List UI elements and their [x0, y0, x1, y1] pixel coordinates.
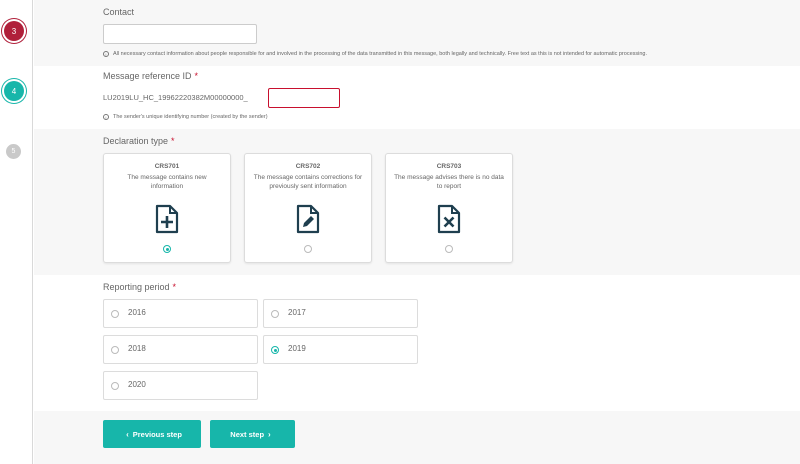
card-description: The message contains corrections for pre…	[253, 174, 363, 190]
message-reference-input[interactable]	[268, 88, 340, 108]
year-option-2019[interactable]: 2019	[263, 335, 418, 364]
stepper-rail	[0, 0, 33, 464]
previous-step-button[interactable]: ‹ Previous step	[103, 420, 201, 448]
message-reference-hint-text: The sender's unique identifying number (…	[113, 114, 268, 120]
step-3-indicator[interactable]: 3	[4, 21, 24, 41]
contact-hint-text: All necessary contact information about …	[113, 51, 648, 57]
message-reference-label-text: Message reference ID	[103, 71, 192, 81]
contact-label: Contact	[103, 7, 135, 17]
card-description: The message contains new information	[127, 174, 207, 190]
step-4-indicator[interactable]: 4	[4, 81, 24, 101]
contact-hint: i All necessary contact information abou…	[103, 51, 647, 57]
year-option-2017[interactable]: 2017	[263, 299, 418, 328]
reporting-period-label-text: Reporting period	[103, 282, 170, 292]
next-step-label: Next step	[230, 429, 265, 439]
card-code: CRS703	[436, 163, 462, 170]
year-option-2018[interactable]: 2018	[103, 335, 258, 364]
message-reference-label: Message reference ID *	[103, 71, 198, 81]
year-label: 2020	[128, 380, 146, 389]
info-icon: i	[103, 51, 109, 57]
year-radio[interactable]	[271, 310, 279, 318]
reporting-period-label: Reporting period *	[103, 282, 176, 292]
card-code: CRS702	[295, 163, 321, 170]
file-plus-icon	[155, 204, 179, 234]
contact-section: Contact i All necessary contact informat…	[34, 0, 800, 66]
year-radio[interactable]	[111, 310, 119, 318]
next-step-button[interactable]: Next step ›	[210, 420, 295, 448]
year-radio[interactable]	[111, 346, 119, 354]
required-mark: *	[172, 282, 177, 292]
chevron-right-icon: ›	[268, 429, 271, 439]
declaration-type-label-text: Declaration type	[103, 136, 169, 146]
year-option-2020[interactable]: 2020	[103, 371, 258, 400]
contact-input[interactable]	[103, 24, 257, 44]
required-mark: *	[194, 71, 199, 81]
step-3-number: 3	[11, 26, 17, 36]
year-radio[interactable]	[271, 346, 279, 354]
year-option-2016[interactable]: 2016	[103, 299, 258, 328]
message-reference-section: Message reference ID * LU2019LU_HC_199622…	[34, 66, 800, 129]
message-reference-hint: i The sender's unique identifying number…	[103, 114, 268, 120]
file-edit-icon	[296, 204, 320, 234]
card-code: CRS701	[154, 163, 180, 170]
chevron-left-icon: ‹	[126, 429, 129, 439]
file-x-icon	[437, 204, 461, 234]
declaration-radio-crs702[interactable]	[304, 245, 312, 253]
year-radio[interactable]	[111, 382, 119, 390]
card-description: The message advises there is no data to …	[394, 174, 504, 190]
step-4-number: 4	[11, 86, 17, 96]
year-label: 2019	[288, 344, 306, 353]
message-reference-prefix: LU2019LU_HC_19962220382M00000000_	[103, 93, 248, 102]
declaration-type-label: Declaration type *	[103, 136, 175, 146]
required-mark: *	[171, 136, 175, 146]
previous-step-label: Previous step	[132, 429, 182, 439]
step-5-indicator[interactable]: 5	[6, 144, 21, 159]
declaration-card-crs702[interactable]: CRS702 The message contains corrections …	[244, 153, 372, 263]
stepper-line	[32, 0, 33, 464]
info-icon: i	[103, 114, 109, 120]
declaration-card-crs703[interactable]: CRS703 The message advises there is no d…	[385, 153, 513, 263]
year-label: 2016	[128, 308, 146, 317]
year-label: 2017	[288, 308, 306, 317]
year-label: 2018	[128, 344, 146, 353]
step-5-number: 5	[11, 148, 16, 155]
declaration-radio-crs701[interactable]	[163, 245, 171, 253]
declaration-radio-crs703[interactable]	[445, 245, 453, 253]
declaration-card-crs701[interactable]: CRS701 The message contains new informat…	[103, 153, 231, 263]
